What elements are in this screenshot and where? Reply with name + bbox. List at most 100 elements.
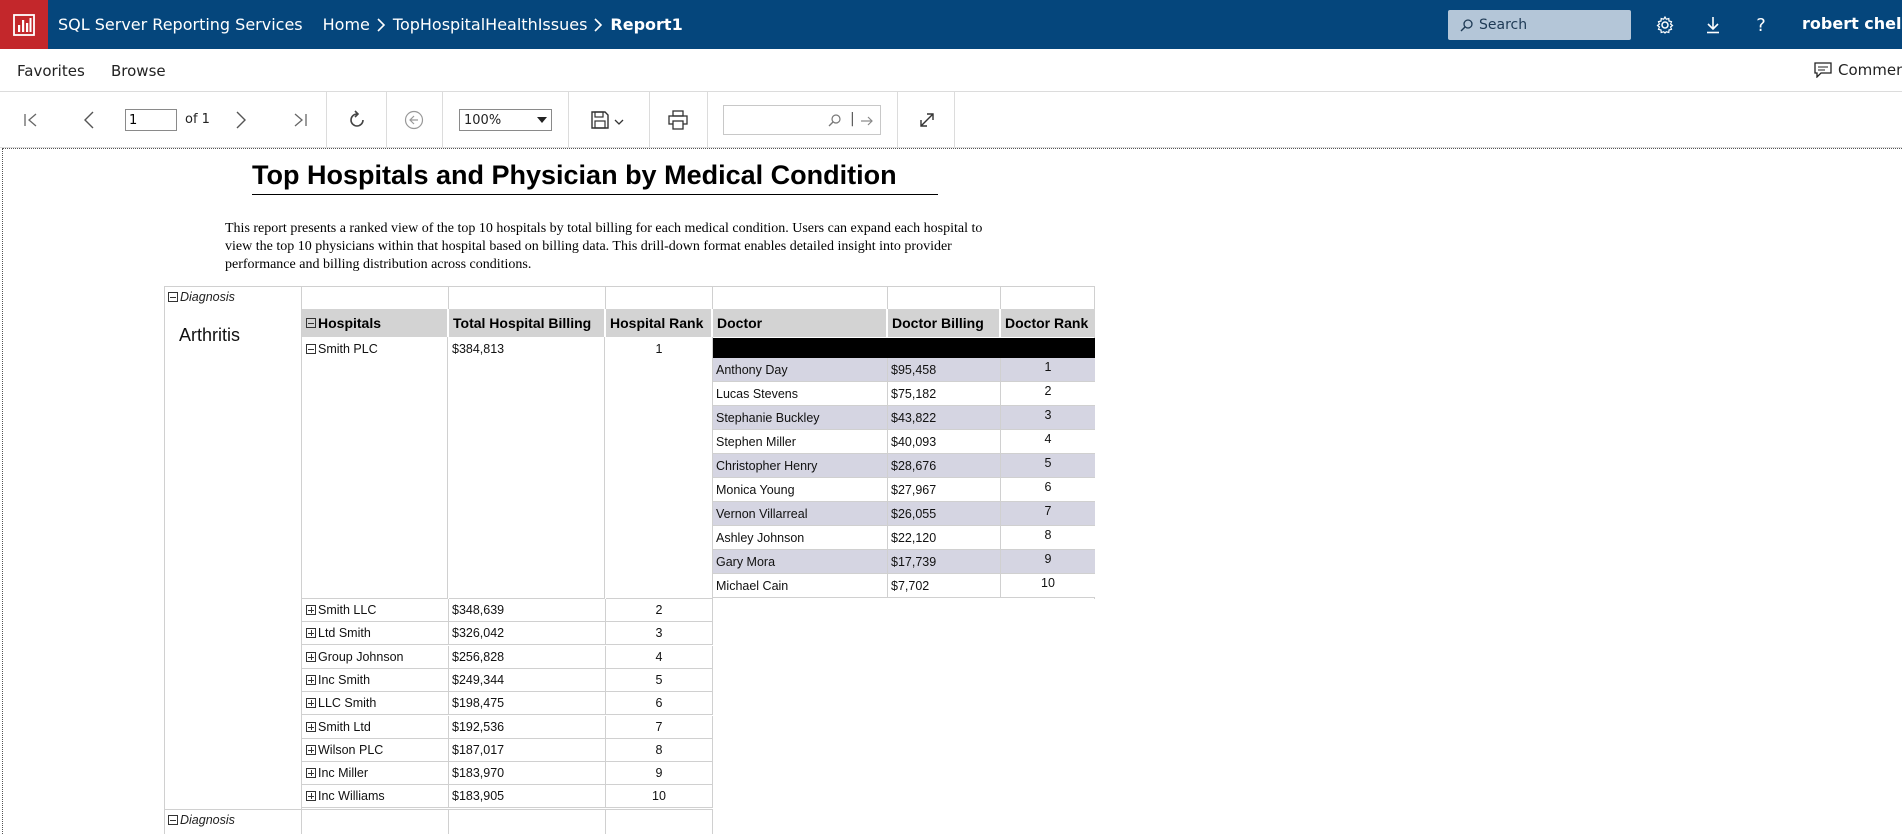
refresh-icon[interactable]	[345, 108, 369, 132]
table-row: Group Johnson $256,828 4	[302, 646, 713, 669]
diagnosis-toggle[interactable]: Diagnosis	[168, 290, 235, 304]
expand-toggle-icon[interactable]	[306, 722, 316, 732]
hospital-name-expanded[interactable]: Smith PLC	[306, 342, 378, 356]
export-save-icon[interactable]	[588, 108, 628, 132]
find-text-input[interactable]: |	[723, 105, 881, 135]
billing-cell-expanded	[449, 337, 605, 599]
report-description: This report presents a ranked view of th…	[225, 221, 983, 272]
hospital-name[interactable]: Wilson PLC	[306, 743, 383, 757]
comments-button[interactable]: Comments	[1814, 61, 1902, 79]
user-name[interactable]: robert chelala	[1802, 14, 1902, 33]
hospital-name[interactable]: Inc Miller	[306, 766, 368, 780]
nav-browse[interactable]: Browse	[111, 62, 166, 80]
table-row: Gary Mora $17,739 9	[713, 550, 1095, 574]
diagnosis-toggle-2[interactable]: Diagnosis	[168, 813, 235, 827]
chevron-right-icon	[594, 17, 603, 32]
hospital-name[interactable]: Group Johnson	[306, 650, 403, 664]
help-icon[interactable]: ?	[1750, 14, 1772, 36]
doctor-rank: 9	[1044, 552, 1052, 566]
hospital-name[interactable]: LLC Smith	[306, 696, 376, 710]
zoom-select[interactable]: 100%	[459, 109, 552, 131]
doctor-billing: $17,739	[891, 555, 937, 569]
hospital-billing: $187,017	[452, 743, 505, 757]
hospital-name[interactable]: Inc Williams	[306, 789, 385, 803]
download-icon[interactable]	[1702, 14, 1724, 36]
zoom-value: 100%	[464, 112, 502, 128]
back-icon[interactable]	[402, 108, 426, 132]
hospital-rank-expanded: 1	[655, 342, 663, 356]
hospital-rank: 3	[655, 626, 663, 640]
doctor-name: Monica Young	[716, 483, 795, 497]
expand-toggle-icon[interactable]	[306, 628, 316, 638]
collapse-toggle-icon[interactable]	[306, 318, 316, 328]
top-header: SQL Server Reporting Services Home TopHo…	[0, 0, 1902, 49]
find-next-icon[interactable]	[860, 115, 874, 127]
table-row: Anthony Day $95,458 1	[713, 358, 1095, 382]
app-title[interactable]: SQL Server Reporting Services	[58, 15, 303, 34]
grid-line	[448, 716, 449, 738]
report-logo-icon	[13, 13, 35, 36]
condition-name: Arthritis	[179, 325, 241, 345]
last-page-icon[interactable]	[288, 108, 312, 132]
fullscreen-expand-icon[interactable]	[915, 108, 939, 132]
breadcrumb-folder[interactable]: TopHospitalHealthIssues	[393, 15, 588, 34]
toolbar-divider	[707, 92, 708, 148]
next-page-icon[interactable]	[229, 108, 253, 132]
search-input[interactable]: Search	[1448, 10, 1631, 40]
first-page-icon[interactable]	[19, 108, 43, 132]
page-number-input[interactable]	[125, 109, 177, 131]
expand-toggle-icon[interactable]	[306, 791, 316, 801]
expand-toggle-icon[interactable]	[306, 698, 316, 708]
breadcrumb-home[interactable]: Home	[323, 15, 370, 34]
doctor-rank: 4	[1044, 432, 1052, 446]
grid-line	[448, 646, 449, 668]
expand-toggle-icon[interactable]	[306, 605, 316, 615]
doctor-rank: 8	[1044, 528, 1052, 542]
table-row: Inc Miller $183,970 9	[302, 762, 713, 785]
hospital-rank: 6	[655, 696, 663, 710]
grid-line	[712, 669, 713, 691]
doctor-rank: 5	[1044, 456, 1052, 470]
expand-toggle-icon[interactable]	[306, 745, 316, 755]
expand-toggle-icon[interactable]	[306, 768, 316, 778]
print-icon[interactable]	[666, 108, 690, 132]
collapse-toggle-icon[interactable]	[168, 292, 178, 302]
diagnosis-label: Diagnosis	[180, 813, 235, 827]
breadcrumb: Home TopHospitalHealthIssues Report1	[323, 15, 683, 34]
hospital-name[interactable]: Ltd Smith	[306, 626, 371, 640]
expand-toggle-icon[interactable]	[306, 652, 316, 662]
grid-line	[712, 692, 713, 714]
table-row: Vernon Villarreal $26,055 7	[713, 502, 1095, 526]
doctor-name: Stephen Miller	[716, 435, 796, 449]
grid-line	[712, 646, 713, 668]
collapse-toggle-icon[interactable]	[168, 815, 178, 825]
grid-line	[712, 622, 713, 644]
ssrs-logo[interactable]	[0, 0, 48, 49]
grid-line	[887, 358, 888, 382]
breadcrumb-report: Report1	[610, 15, 683, 34]
expand-toggle-icon[interactable]	[306, 675, 316, 685]
hospital-rank: 4	[655, 650, 663, 664]
hospital-name[interactable]: Smith LLC	[306, 603, 376, 617]
hospital-name[interactable]: Smith Ltd	[306, 720, 371, 734]
doctor-billing: $95,458	[891, 363, 937, 377]
settings-gear-icon[interactable]	[1654, 14, 1676, 36]
nav-favorites[interactable]: Favorites	[17, 62, 85, 80]
grid-line	[887, 526, 888, 550]
doctor-billing: $75,182	[891, 387, 937, 401]
hospital-name[interactable]: Inc Smith	[306, 673, 370, 687]
doctor-billing: $22,120	[891, 531, 937, 545]
doctor-name: Michael Cain	[716, 579, 789, 593]
hospital-cell-expanded	[302, 337, 448, 599]
search-placeholder: Search	[1479, 17, 1528, 33]
hospital-rank: 2	[655, 603, 663, 617]
grid-line	[448, 622, 449, 644]
toolbar-divider	[568, 92, 569, 148]
previous-page-icon[interactable]	[77, 108, 101, 132]
toolbar-divider	[954, 92, 955, 148]
collapse-toggle-icon[interactable]	[306, 344, 316, 354]
grid-line	[448, 286, 449, 309]
toolbar-divider	[386, 92, 387, 148]
doctor-header-bar	[713, 338, 1095, 358]
column-header-hospitals[interactable]: Hospitals	[302, 309, 448, 337]
